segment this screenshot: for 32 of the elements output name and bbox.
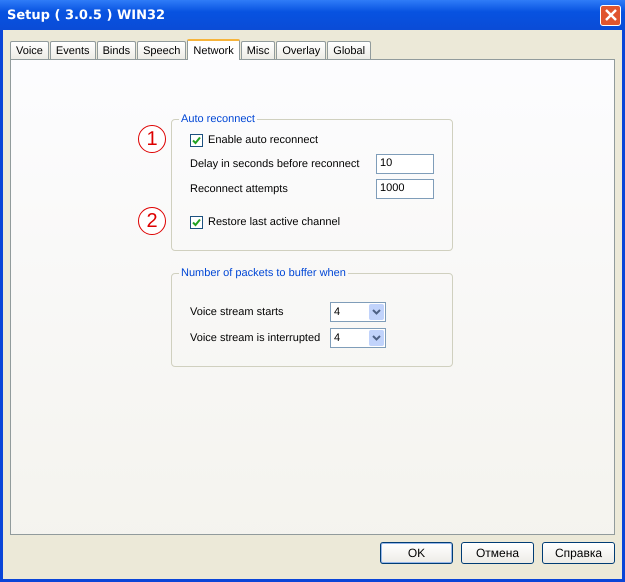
checkbox-label: Enable auto reconnect [208, 134, 318, 146]
group-title: Auto reconnect [180, 113, 256, 125]
check-icon [192, 136, 201, 144]
group-title: Number of packets to buffer when [180, 267, 347, 279]
dropdown[interactable]: 4 [330, 302, 386, 322]
close-button[interactable] [600, 4, 621, 26]
dialog-button[interactable]: OK [380, 542, 453, 564]
annotation-number: 2 [138, 207, 166, 235]
dropdown[interactable]: 4 [330, 328, 386, 348]
field-label: Voice stream is interrupted [190, 332, 322, 344]
checkbox[interactable] [190, 216, 203, 228]
field-label: Reconnect attempts [190, 182, 289, 194]
annotation-number: 1 [138, 125, 166, 153]
field-label: Delay in seconds before reconnect [190, 158, 360, 170]
tab[interactable]: Network [187, 39, 240, 60]
checkbox[interactable] [190, 134, 203, 146]
close-icon [604, 9, 616, 21]
window-title: Setup ( 3.0.5 ) WIN32 [7, 8, 166, 22]
tab[interactable]: Global [327, 41, 372, 59]
tab[interactable]: Speech [137, 41, 186, 59]
input-field[interactable]: 10 [376, 154, 434, 174]
tab[interactable]: Voice [10, 41, 49, 59]
check-icon [192, 218, 201, 226]
tab[interactable]: Binds [96, 41, 136, 59]
tab[interactable]: Events [50, 41, 96, 59]
dialog-button[interactable]: Отмена [461, 542, 534, 564]
dialog-button[interactable]: Справка [542, 542, 615, 564]
tab[interactable]: Misc [240, 41, 276, 59]
tab[interactable]: Overlay [276, 41, 326, 59]
field-label: Voice stream starts [190, 306, 285, 318]
input-field[interactable]: 1000 [376, 178, 434, 198]
checkbox-label: Restore last active channel [208, 216, 340, 228]
